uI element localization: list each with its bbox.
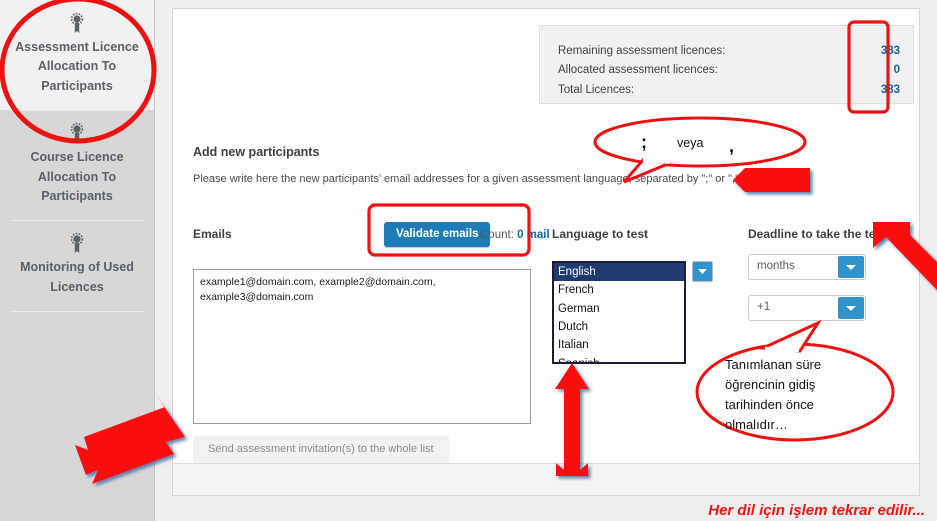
language-option[interactable]: German	[554, 300, 684, 318]
language-listbox[interactable]: English French German Dutch Italian Span…	[552, 261, 686, 364]
send-invitations-button[interactable]: Send assessment invitation(s) to the who…	[193, 436, 449, 463]
chevron-down-icon[interactable]	[838, 297, 864, 319]
sidebar-item-label: Monitoring of Used Licences	[20, 260, 134, 294]
sidebar-item-course-licence-allocation[interactable]: Course Licence Allocation To Participant…	[0, 110, 154, 220]
licence-summary-box: Remaining assessment licences: 383 Alloc…	[539, 25, 914, 104]
sidebar: Assessment Licence Allocation To Partici…	[0, 0, 155, 521]
deadline-label: Deadline to take the test	[748, 227, 887, 241]
chevron-down-icon[interactable]	[838, 256, 864, 278]
chevron-down-icon[interactable]	[692, 261, 713, 282]
callout-deadline-text: Tanımlanan süre öğrencinin gidiş tarihin…	[725, 357, 822, 433]
table-row: Remaining assessment licences: 383	[558, 42, 900, 61]
panel-footer	[173, 463, 919, 495]
licence-row-value: 383	[880, 45, 900, 57]
page-root: Assessment Licence Allocation To Partici…	[0, 0, 937, 521]
licence-row-label: Allocated assessment licences:	[558, 64, 718, 77]
deadline-amount-select[interactable]: +1	[748, 295, 866, 321]
language-option[interactable]: Italian	[554, 336, 684, 354]
sidebar-item-monitoring-of-used-licences[interactable]: Monitoring of Used Licences	[0, 220, 154, 311]
table-row: Allocated assessment licences: 0	[558, 61, 900, 80]
callout-separator-conjunction: veya	[677, 136, 704, 150]
email-count-prefix: Count:	[480, 229, 518, 241]
instruction-text: Please write here the new participants' …	[193, 173, 743, 185]
emails-input[interactable]	[193, 269, 531, 424]
sidebar-item-label: Course Licence Allocation To Participant…	[30, 150, 124, 203]
sidebar-item-assessment-licence-allocation[interactable]: Assessment Licence Allocation To Partici…	[0, 0, 154, 111]
licence-row-label: Total Licences:	[558, 83, 635, 96]
award-ribbon-icon	[68, 122, 86, 144]
language-label: Language to test	[552, 227, 649, 241]
award-ribbon-icon	[68, 232, 86, 254]
language-option[interactable]: Dutch	[554, 318, 684, 336]
language-option[interactable]: Spanish	[554, 355, 684, 362]
footer-annotation-note: Her dil için işlem tekrar edilir...	[708, 502, 925, 519]
email-count: Count: 0 mail	[480, 229, 550, 241]
licence-row-label: Remaining assessment licences:	[558, 45, 726, 57]
deadline-unit-select[interactable]: months	[748, 254, 866, 280]
deadline-amount-value: +1	[757, 301, 771, 313]
page-title: Add new participants	[193, 145, 320, 159]
sidebar-divider	[10, 311, 144, 312]
licence-summary-table: Remaining assessment licences: 383 Alloc…	[558, 42, 900, 100]
language-option[interactable]: English	[554, 263, 684, 282]
award-ribbon-icon	[68, 12, 86, 34]
validate-emails-button[interactable]: Validate emails	[384, 222, 491, 247]
language-option[interactable]: French	[554, 281, 684, 299]
callout-separator-comma: ,	[729, 136, 735, 156]
table-row: Total Licences: 383	[558, 81, 900, 100]
callout-separator-semicolon: ;	[641, 132, 647, 152]
sidebar-item-label: Assessment Licence Allocation To Partici…	[15, 40, 139, 93]
deadline-unit-value: months	[757, 260, 795, 272]
licence-row-value: 383	[880, 83, 900, 96]
licence-row-value: 0	[893, 64, 900, 77]
email-count-value: 0 mail	[517, 229, 550, 241]
emails-label: Emails	[193, 227, 232, 241]
